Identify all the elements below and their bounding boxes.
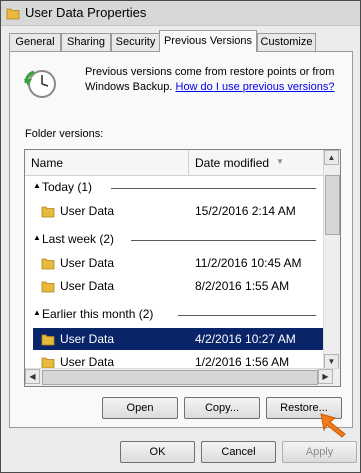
folder-icon [41,334,55,346]
folder-icon [41,281,55,293]
item-name: User Data [60,204,115,218]
column-header-date[interactable]: Date modified ▼ [189,150,323,175]
list-item[interactable]: User Data 11/2/2016 10:45 AM [33,252,323,274]
folder-icon [41,206,55,218]
horizontal-scrollbar[interactable]: ◀ ▶ [25,368,340,386]
scroll-down-icon[interactable]: ▼ [324,354,339,369]
tab-customize[interactable]: Customize [257,33,316,51]
vertical-scroll-thumb[interactable] [325,175,340,235]
tab-sharing[interactable]: Sharing [61,33,111,51]
item-date: 8/2/2016 1:55 AM [195,279,290,293]
item-date: 11/2/2016 10:45 AM [195,256,302,270]
group-divider [131,240,316,241]
scroll-right-icon[interactable]: ▶ [318,369,333,384]
mouse-pointer-icon [320,413,346,438]
sort-descending-icon: ▼ [276,157,284,166]
help-link[interactable]: How do I use previous versions? [176,81,335,93]
item-date: 4/2/2016 10:27 AM [195,332,296,346]
tab-security[interactable]: Security [111,33,160,51]
list-item[interactable]: User Data 15/2/2016 2:14 AM [33,200,323,222]
group-label: Last week (2) [42,232,115,246]
column-date-label: Date modified [195,156,270,170]
folder-icon [6,8,20,20]
apply-button[interactable]: Apply [282,441,357,463]
folder-icon [41,258,55,270]
list-header: Name Date modified ▼ [25,150,323,176]
group-label: Today (1) [42,180,93,194]
column-name-label: Name [31,156,64,170]
group-divider [178,315,316,316]
collapse-triangle-icon: ▲ [33,181,41,190]
scroll-up-icon[interactable]: ▲ [324,150,339,165]
group-divider [111,188,316,189]
list-item-selected[interactable]: User Data 4/2/2016 10:27 AM [33,328,323,350]
horizontal-scroll-thumb[interactable] [42,370,318,385]
group-header-last-week[interactable]: ▲ Last week (2) [25,230,323,250]
collapse-triangle-icon: ▲ [33,233,41,242]
list-item[interactable]: User Data 8/2/2016 1:55 AM [33,275,323,297]
ok-button[interactable]: OK [120,441,195,463]
folder-icon [41,357,55,369]
item-name: User Data [60,256,115,270]
folder-versions-list[interactable]: Name Date modified ▼ ▲ Today (1) User Da… [24,149,341,387]
tab-previous-versions[interactable]: Previous Versions [159,30,257,52]
scroll-left-icon[interactable]: ◀ [25,369,40,384]
properties-dialog: User Data Properties General Sharing Sec… [0,0,361,473]
item-name: User Data [60,279,115,293]
previous-versions-panel: Previous versions come from restore poin… [9,51,353,428]
item-date: 15/2/2016 2:14 AM [195,204,296,218]
group-header-earlier-this-month[interactable]: ▲ Earlier this month (2) [25,305,323,325]
description: Previous versions come from restore poin… [85,65,345,95]
title-bar[interactable]: User Data Properties [1,1,360,26]
item-name: User Data [60,332,115,346]
item-date: 1/2/2016 1:56 AM [195,355,290,369]
group-header-today[interactable]: ▲ Today (1) [25,178,323,198]
item-name: User Data [60,355,115,369]
group-label: Earlier this month (2) [42,307,154,321]
cancel-button[interactable]: Cancel [201,441,276,463]
vertical-scrollbar[interactable]: ▲ ▼ [323,150,340,369]
copy-button[interactable]: Copy... [184,397,260,419]
window-title: User Data Properties [25,5,147,20]
restore-clock-icon [24,70,56,98]
folder-versions-label: Folder versions: [25,128,104,140]
collapse-triangle-icon: ▲ [33,308,41,317]
open-button[interactable]: Open [102,397,178,419]
tab-general[interactable]: General [9,33,61,51]
column-header-name[interactable]: Name [25,150,189,175]
